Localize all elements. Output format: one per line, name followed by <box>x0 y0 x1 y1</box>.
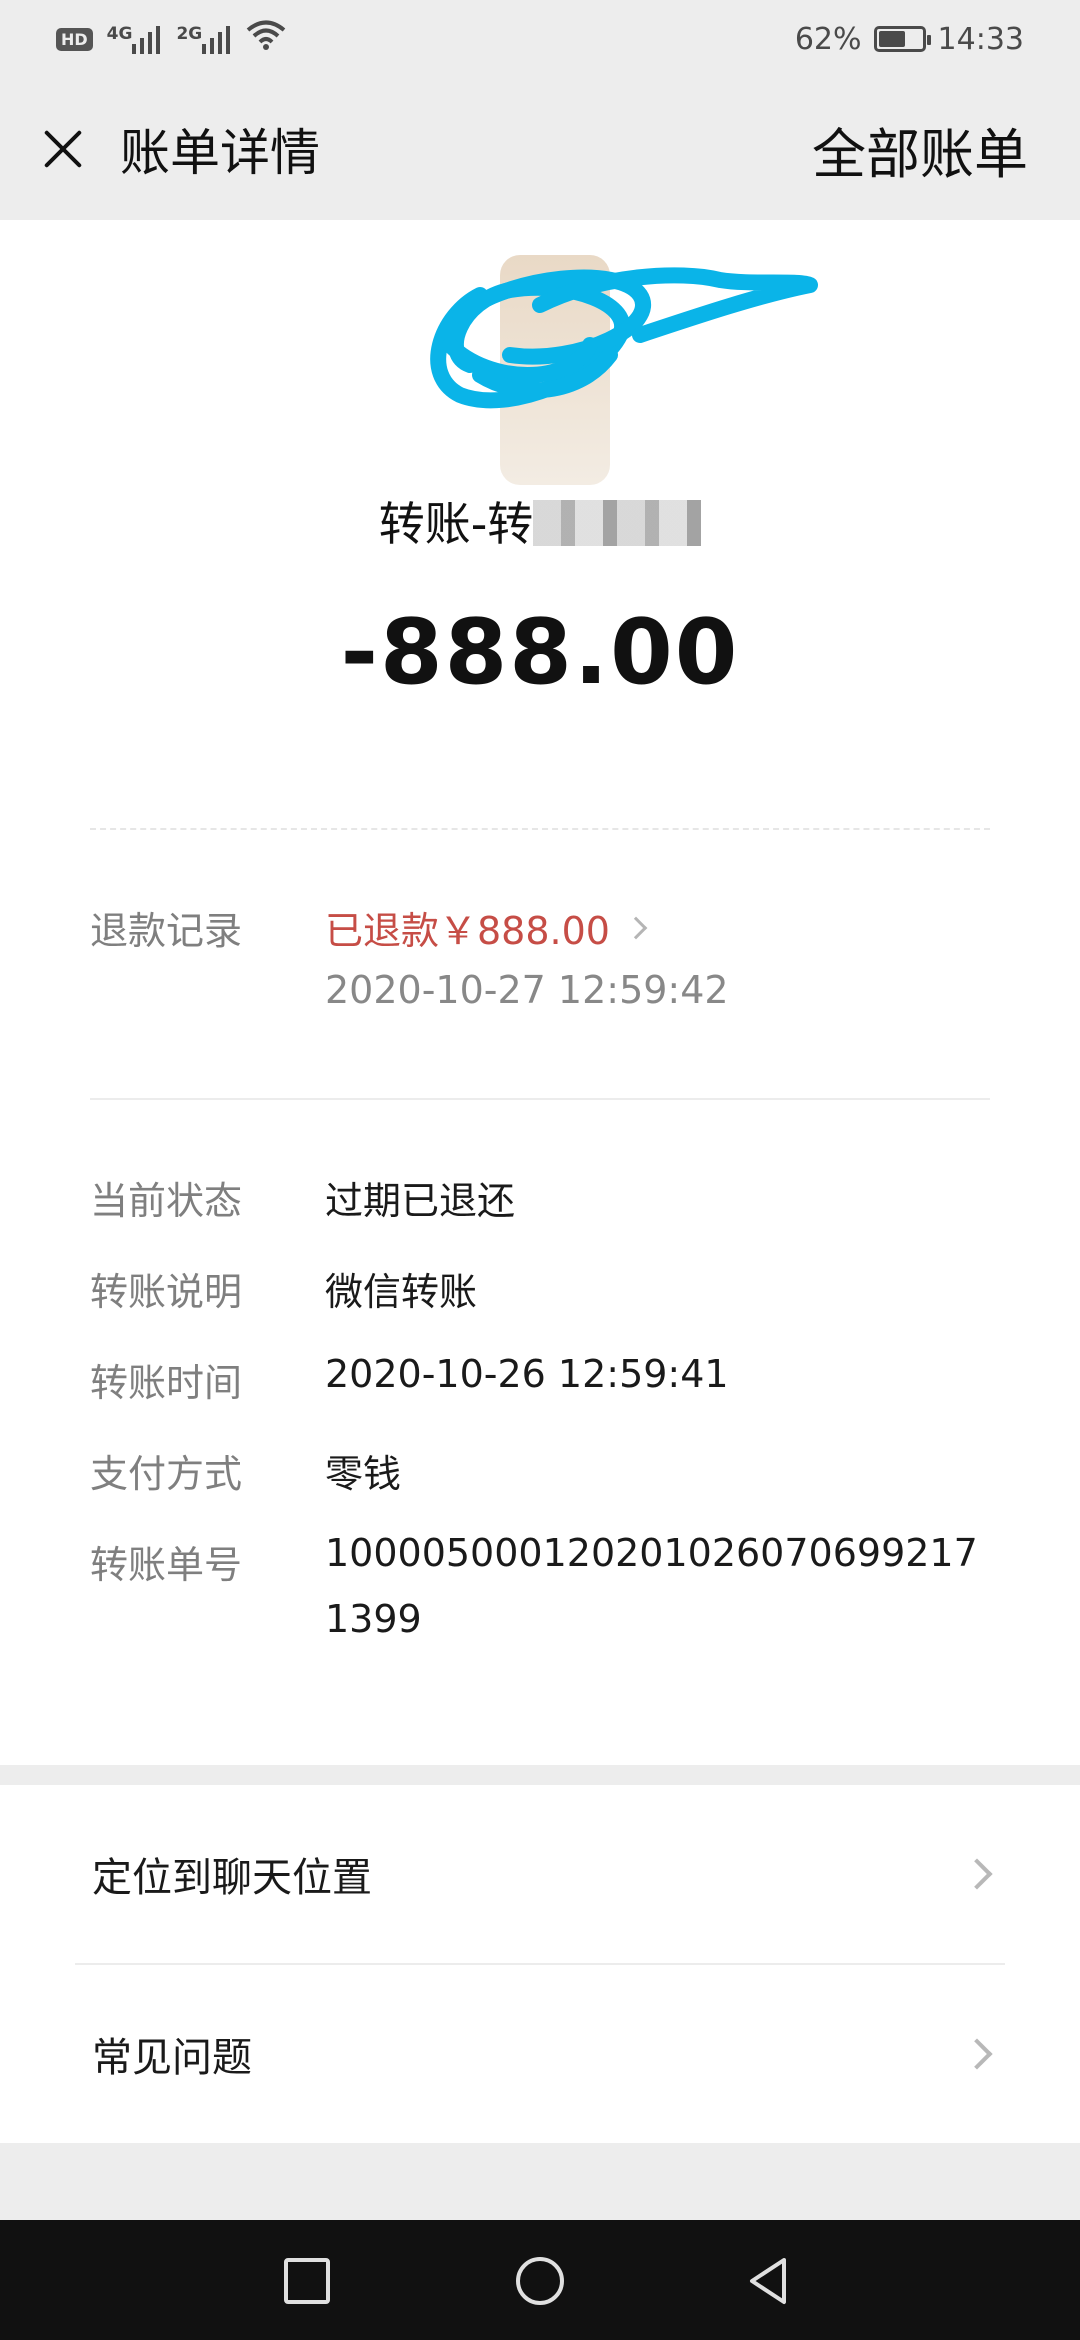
chevron-right-icon <box>961 1858 993 1890</box>
all-bills-button[interactable]: 全部账单 <box>812 110 1028 189</box>
avatar <box>420 255 818 485</box>
list-item-label: 常见问题 <box>92 2035 252 2081</box>
detail-value-payment-method: 零钱 <box>325 1452 402 1496</box>
refund-status-link[interactable]: 已退款￥888.00 <box>325 900 648 955</box>
signal-2g-icon: 2G <box>176 24 232 54</box>
detail-label-note: 转账说明 <box>90 1270 243 1314</box>
detail-value-time: 2020-10-26 12:59:41 <box>325 1352 729 1396</box>
chevron-right-icon <box>961 2038 993 2070</box>
battery-percent: 62% <box>794 21 862 57</box>
home-icon[interactable] <box>513 2256 567 2310</box>
back-icon[interactable] <box>744 2256 794 2306</box>
recent-apps-icon[interactable] <box>282 2256 332 2306</box>
list-item-label: 定位到聊天位置 <box>92 1855 372 1901</box>
hd-icon: HD <box>56 27 93 51</box>
system-nav-bar <box>0 2220 1080 2340</box>
battery-icon <box>873 26 931 52</box>
refund-time: 2020-10-27 12:59:42 <box>325 968 729 1012</box>
detail-value-status: 过期已退还 <box>325 1179 516 1223</box>
nav-bar: 账单详情 全部账单 <box>0 78 1080 220</box>
detail-label-payment-method: 支付方式 <box>90 1452 243 1496</box>
refund-label: 退款记录 <box>90 909 243 953</box>
clock: 14:33 <box>937 21 1024 57</box>
battery-fill <box>878 31 905 47</box>
detail-label-status: 当前状态 <box>90 1179 243 1223</box>
refund-status: 已退款￥888.00 <box>325 909 610 953</box>
faq-item[interactable]: 常见问题 <box>0 1965 1080 2143</box>
detail-label-time: 转账时间 <box>90 1361 243 1405</box>
divider <box>90 1098 990 1100</box>
payee-line: 转账-转 <box>0 488 1080 554</box>
locate-chat-item[interactable]: 定位到聊天位置 <box>0 1785 1080 1963</box>
signal-4g-icon: 4G <box>107 24 163 54</box>
bill-detail-card: 转账-转 -888.00 退款记录 已退款￥888.00 2020-10-27 … <box>0 220 1080 1765</box>
status-bar: HD 4G 2G 62% 14:33 <box>0 0 1080 78</box>
wifi-icon <box>246 19 286 59</box>
page-title: 账单详情 <box>120 124 320 182</box>
payee-name-mosaic <box>533 500 702 546</box>
amount: -888.00 <box>340 600 740 705</box>
close-icon[interactable] <box>32 119 92 179</box>
actions-list: 定位到聊天位置 常见问题 <box>0 1785 1080 2143</box>
status-right-icons: 62% 14:33 <box>795 22 1024 57</box>
chevron-right-icon <box>624 916 648 939</box>
divider <box>90 828 990 830</box>
detail-value-order-no: 100005000120201026070699217 1399 <box>325 1531 978 1641</box>
payee-prefix: 转账-转 <box>378 497 534 551</box>
status-left-icons: HD 4G 2G <box>56 19 286 59</box>
detail-value-note: 微信转账 <box>325 1270 478 1314</box>
detail-label-order-no: 转账单号 <box>90 1543 243 1587</box>
redaction-scribble <box>430 267 818 409</box>
